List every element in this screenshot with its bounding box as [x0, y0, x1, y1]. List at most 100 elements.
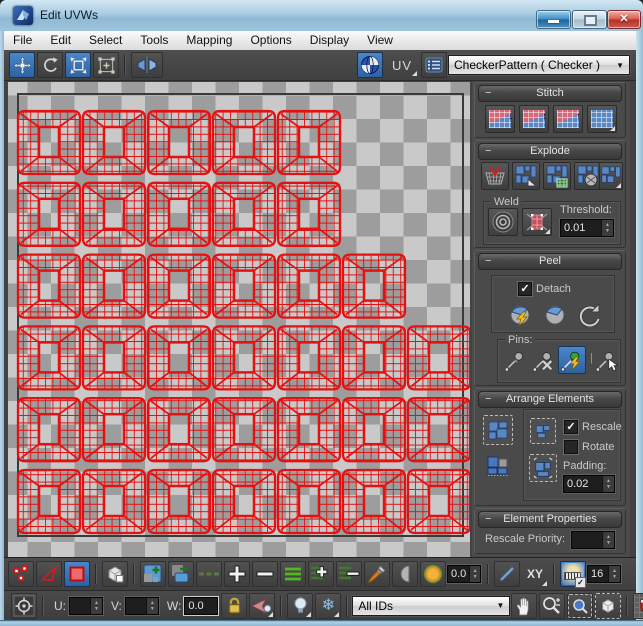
uv-coords-button[interactable]: UV: [386, 54, 418, 77]
show-hidden-button[interactable]: [287, 592, 314, 619]
axis-space-button[interactable]: XY: [522, 561, 548, 587]
spinner-arrows[interactable]: ▲ ▼: [145, 597, 158, 614]
spinner-arrows[interactable]: ▲ ▼: [602, 476, 614, 492]
scale-tool-button[interactable]: [65, 52, 91, 78]
peel-rollout-header[interactable]: − Peel: [478, 253, 622, 270]
stitch-target-button[interactable]: ↓: [485, 105, 515, 133]
auto-pin-button[interactable]: [558, 346, 586, 374]
zoom-extents-button[interactable]: [595, 592, 622, 619]
u-field[interactable]: ▲ ▼: [69, 596, 103, 615]
menu-item-edit[interactable]: Edit: [41, 31, 80, 50]
menu-item-file[interactable]: File: [4, 31, 41, 50]
lock-selection-button[interactable]: [221, 592, 248, 619]
mirror-tool-button[interactable]: [131, 52, 163, 78]
uv-canvas[interactable]: [8, 82, 470, 557]
texture-selector-dropdown[interactable]: CheckerPattern ( Checker ) ▼: [448, 55, 630, 75]
pan-button[interactable]: [511, 592, 538, 619]
flatten-material-button[interactable]: [574, 162, 602, 190]
quick-peel-button[interactable]: [506, 300, 536, 328]
uv-options-button[interactable]: [421, 52, 447, 78]
absolute-offset-button[interactable]: [11, 592, 37, 619]
title-bar[interactable]: Edit UVWs ✕: [0, 0, 643, 32]
show-map-button[interactable]: [356, 52, 383, 78]
unpin-points-button[interactable]: [530, 348, 556, 374]
freeform-tool-button[interactable]: [93, 52, 119, 78]
flatten-smoothing-button[interactable]: [543, 162, 571, 190]
element-properties-rollout: − Element Properties Rescale Priority: ▲…: [474, 508, 626, 554]
shrink-loop-button[interactable]: [252, 561, 278, 587]
snap-toggle-button[interactable]: [633, 592, 643, 619]
minimize-button[interactable]: [536, 10, 571, 29]
pack-tight-button[interactable]: [530, 418, 556, 444]
menu-item-options[interactable]: Options: [241, 31, 300, 50]
explode-rollout-header[interactable]: − Explode: [478, 143, 622, 160]
rescale-clusters-icon: [486, 453, 510, 477]
threshold-field[interactable]: 0.01 ▲ ▼: [560, 219, 614, 237]
spinner-arrows[interactable]: ▲ ▼: [469, 566, 480, 582]
grid-size-field[interactable]: 16 ▲ ▼: [587, 565, 622, 583]
edge-mode-button[interactable]: [36, 561, 62, 587]
menu-item-display[interactable]: Display: [301, 31, 358, 50]
v-field[interactable]: ▲ ▼: [124, 596, 159, 615]
select-pins-button[interactable]: [594, 348, 620, 374]
rescale-elements-button[interactable]: [484, 451, 512, 479]
falloff-value-field[interactable]: 0.0 ▲ ▼: [447, 565, 481, 583]
stitch-source-button[interactable]: ↑: [553, 105, 583, 133]
soft-selection-falloff-button[interactable]: [420, 561, 446, 587]
move-tool-button[interactable]: [9, 52, 35, 78]
reset-peel-button[interactable]: [574, 300, 604, 328]
grow-selection-button[interactable]: [140, 561, 166, 587]
freeze-button[interactable]: ❄: [315, 592, 342, 619]
menu-item-view[interactable]: View: [358, 31, 402, 50]
rescale-checkbox[interactable]: ✓: [564, 420, 578, 434]
grow-ring-button[interactable]: [308, 561, 334, 587]
weld-selected-button[interactable]: [488, 208, 518, 236]
element-properties-header[interactable]: − Element Properties: [478, 511, 622, 528]
material-id-filter[interactable]: All IDs ▼: [352, 595, 511, 616]
menu-item-tools[interactable]: Tools: [131, 31, 177, 50]
uv-islands[interactable]: [8, 82, 470, 557]
rotate-checkbox[interactable]: [564, 440, 578, 454]
maximize-button[interactable]: [572, 10, 607, 29]
zoom-region-button[interactable]: [567, 592, 594, 619]
close-button[interactable]: ✕: [607, 10, 641, 29]
rotate-tool-button[interactable]: [37, 52, 63, 78]
vertex-mode-button[interactable]: [8, 561, 34, 587]
menu-item-select[interactable]: Select: [80, 31, 131, 50]
shrink-ring-button[interactable]: [336, 561, 362, 587]
stitch-custom-button[interactable]: [587, 105, 617, 133]
edge-ring-button[interactable]: [280, 561, 306, 587]
pack-elements-button[interactable]: [483, 415, 513, 445]
stitch-average-button[interactable]: ↕: [519, 105, 549, 133]
spinner-arrows[interactable]: ▲ ▼: [608, 566, 621, 582]
spinner-arrows[interactable]: ▲ ▼: [601, 220, 613, 236]
arrange-rollout-header[interactable]: − Arrange Elements: [478, 391, 622, 408]
polygon-mode-button[interactable]: [64, 561, 90, 587]
flatten-custom-button[interactable]: [481, 162, 509, 190]
gizmo-preview-button[interactable]: [249, 592, 276, 619]
grow-loop-button[interactable]: [224, 561, 250, 587]
flatten-angle-button[interactable]: [512, 162, 540, 190]
shrink-selection-button[interactable]: [168, 561, 194, 587]
padding-field[interactable]: 0.02 ▲ ▼: [563, 475, 615, 493]
peel-mode-button[interactable]: [540, 300, 570, 328]
paint-falloff-button[interactable]: [392, 561, 418, 587]
paint-select-button[interactable]: [364, 561, 390, 587]
target-weld-button[interactable]: [522, 208, 552, 236]
flatten-default-button[interactable]: [599, 162, 623, 190]
spinner-arrows[interactable]: ▲ ▼: [602, 532, 614, 548]
edge-distance-button[interactable]: [494, 561, 520, 587]
spinner-arrows[interactable]: ▲ ▼: [90, 597, 102, 614]
pack-full-button[interactable]: [529, 454, 557, 482]
pin-points-button[interactable]: [502, 348, 528, 374]
rescale-priority-label: Rescale Priority:: [485, 533, 566, 545]
element-mode-button[interactable]: [102, 561, 128, 587]
grid-visibility-toggle[interactable]: ✓: [560, 561, 587, 588]
zoom-button[interactable]: [539, 592, 566, 619]
edge-loop-button[interactable]: [196, 561, 222, 587]
menu-item-mapping[interactable]: Mapping: [177, 31, 241, 50]
stitch-rollout-header[interactable]: − Stitch: [478, 85, 622, 102]
rescale-priority-field[interactable]: ▲ ▼: [571, 531, 615, 549]
detach-checkbox[interactable]: ✓: [518, 282, 532, 296]
w-field[interactable]: 0.0: [184, 596, 219, 615]
